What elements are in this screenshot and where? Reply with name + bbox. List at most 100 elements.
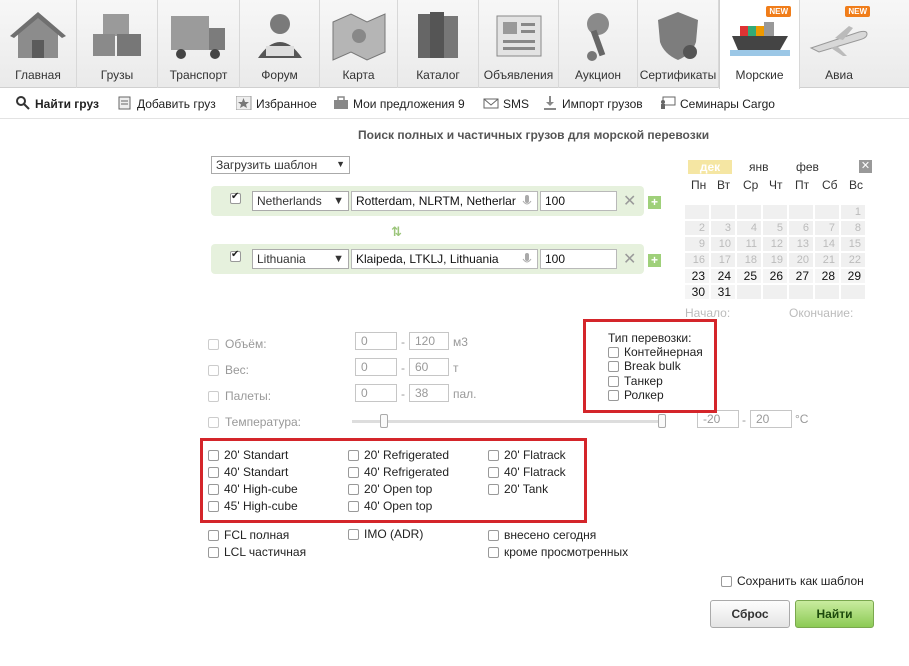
checkbox[interactable] xyxy=(488,450,499,461)
month-dec[interactable]: дек xyxy=(688,160,732,174)
calendar-day[interactable]: 29 xyxy=(841,269,865,283)
checkbox[interactable] xyxy=(208,530,219,541)
container-option[interactable]: 40' Flatrack xyxy=(488,465,566,479)
month-jan[interactable]: янв xyxy=(749,160,769,174)
tab-air[interactable]: NEW Авиа xyxy=(800,0,878,88)
checkbox[interactable] xyxy=(348,529,359,540)
add-route-icon[interactable]: + xyxy=(648,254,661,267)
weight-max-input[interactable]: 60 xyxy=(409,358,449,376)
calendar-day[interactable]: 20 xyxy=(789,253,813,267)
calendar-day[interactable]: 21 xyxy=(815,253,839,267)
reset-button[interactable]: Сброс xyxy=(710,600,790,628)
from-country-select[interactable]: Netherlands ▼ xyxy=(252,191,349,211)
template-select[interactable]: Загрузить шаблон ▼ xyxy=(211,156,350,174)
from-radius-input[interactable]: 100 xyxy=(540,191,617,211)
added-today-option[interactable]: внесено сегодня xyxy=(488,528,596,542)
add-cargo-link[interactable]: Добавить груз xyxy=(117,96,216,112)
checkbox[interactable] xyxy=(208,484,219,495)
checkbox[interactable] xyxy=(608,376,619,387)
tab-sea[interactable]: NEW Морские xyxy=(719,0,800,89)
volume-checkbox[interactable] xyxy=(208,339,219,350)
remove-route-icon[interactable]: ✕ xyxy=(623,191,636,211)
volume-min-input[interactable]: 0 xyxy=(355,332,397,350)
sms-link[interactable]: SMS xyxy=(483,96,529,112)
calendar-day[interactable]: 8 xyxy=(841,221,865,235)
calendar-day[interactable]: 6 xyxy=(789,221,813,235)
route-to-checkbox[interactable] xyxy=(230,249,241,262)
pallets-checkbox[interactable] xyxy=(208,391,219,402)
weight-checkbox[interactable] xyxy=(208,365,219,376)
calendar-day[interactable]: 5 xyxy=(763,221,787,235)
calendar-day[interactable]: 2 xyxy=(685,221,709,235)
calendar-day[interactable]: 7 xyxy=(815,221,839,235)
close-icon[interactable]: ✕ xyxy=(859,160,872,173)
weight-min-input[interactable]: 0 xyxy=(355,358,397,376)
microphone-icon[interactable] xyxy=(522,253,532,266)
favorites-link[interactable]: Избранное xyxy=(236,96,317,112)
swap-arrows-icon[interactable]: ⇅ xyxy=(391,224,402,240)
seminars-link[interactable]: Семинары Cargo xyxy=(660,96,775,112)
calendar-day[interactable]: 12 xyxy=(763,237,787,251)
checkbox[interactable] xyxy=(608,347,619,358)
container-option[interactable]: 40' Refrigerated xyxy=(348,465,449,479)
calendar-day[interactable]: 30 xyxy=(685,285,709,299)
calendar-day[interactable]: 13 xyxy=(789,237,813,251)
microphone-icon[interactable] xyxy=(522,195,532,208)
calendar-day[interactable]: 9 xyxy=(685,237,709,251)
route-from-checkbox[interactable] xyxy=(230,191,241,204)
my-offers-link[interactable]: Мои предложения 9 xyxy=(333,96,465,112)
calendar-day[interactable]: 15 xyxy=(841,237,865,251)
calendar-day[interactable]: 26 xyxy=(763,269,787,283)
calendar-day[interactable]: 4 xyxy=(737,221,761,235)
calendar-day[interactable]: 24 xyxy=(711,269,735,283)
calendar-day[interactable]: 16 xyxy=(685,253,709,267)
checkbox[interactable] xyxy=(348,467,359,478)
checkbox[interactable] xyxy=(721,576,732,587)
checkbox[interactable] xyxy=(488,467,499,478)
checkbox[interactable] xyxy=(208,467,219,478)
save-template-option[interactable]: Сохранить как шаблон xyxy=(721,574,864,588)
container-option[interactable]: 20' Flatrack xyxy=(488,448,566,462)
tab-cargo[interactable]: Грузы xyxy=(77,0,158,88)
transport-option-container[interactable]: Контейнерная xyxy=(608,345,703,359)
calendar-day[interactable]: 10 xyxy=(711,237,735,251)
add-route-icon[interactable]: + xyxy=(648,196,661,209)
calendar-day[interactable]: 27 xyxy=(789,269,813,283)
tab-certificates[interactable]: Сертификаты xyxy=(638,0,719,88)
tab-forum[interactable]: Форум xyxy=(240,0,320,88)
container-option[interactable]: 40' High-cube xyxy=(208,482,298,496)
calendar-day[interactable]: 14 xyxy=(815,237,839,251)
checkbox[interactable] xyxy=(488,484,499,495)
checkbox[interactable] xyxy=(208,547,219,558)
calendar-day[interactable]: 31 xyxy=(711,285,735,299)
tab-ads[interactable]: Объявления xyxy=(479,0,559,88)
calendar-day[interactable]: 19 xyxy=(763,253,787,267)
transport-option-tanker[interactable]: Танкер xyxy=(608,374,663,388)
calendar-day[interactable]: 28 xyxy=(815,269,839,283)
remove-route-icon[interactable]: ✕ xyxy=(623,249,636,269)
checkbox[interactable] xyxy=(608,390,619,401)
container-option[interactable]: 40' Open top xyxy=(348,499,432,513)
checkbox[interactable] xyxy=(208,501,219,512)
month-feb[interactable]: фев xyxy=(796,160,819,174)
import-link[interactable]: Импорт грузов xyxy=(542,96,643,112)
to-radius-input[interactable]: 100 xyxy=(540,249,617,269)
container-option[interactable]: 20' Tank xyxy=(488,482,548,496)
container-option[interactable]: 20' Open top xyxy=(348,482,432,496)
calendar-day[interactable]: 18 xyxy=(737,253,761,267)
imo-option[interactable]: IMO (ADR) xyxy=(348,527,423,541)
temperature-slider[interactable] xyxy=(352,420,666,423)
checkbox[interactable] xyxy=(348,501,359,512)
temperature-checkbox[interactable] xyxy=(208,417,219,428)
pallets-max-input[interactable]: 38 xyxy=(409,384,449,402)
calendar-day[interactable]: 3 xyxy=(711,221,735,235)
checkbox[interactable] xyxy=(348,450,359,461)
tab-transport[interactable]: Транспорт xyxy=(158,0,240,88)
tab-auction[interactable]: Аукцион xyxy=(559,0,638,88)
fcl-option[interactable]: FCL полная xyxy=(208,528,289,542)
checkbox[interactable] xyxy=(348,484,359,495)
container-option[interactable]: 45' High-cube xyxy=(208,499,298,513)
container-option[interactable]: 40' Standart xyxy=(208,465,288,479)
tab-catalog[interactable]: Каталог xyxy=(398,0,479,88)
container-option[interactable]: 20' Standart xyxy=(208,448,288,462)
